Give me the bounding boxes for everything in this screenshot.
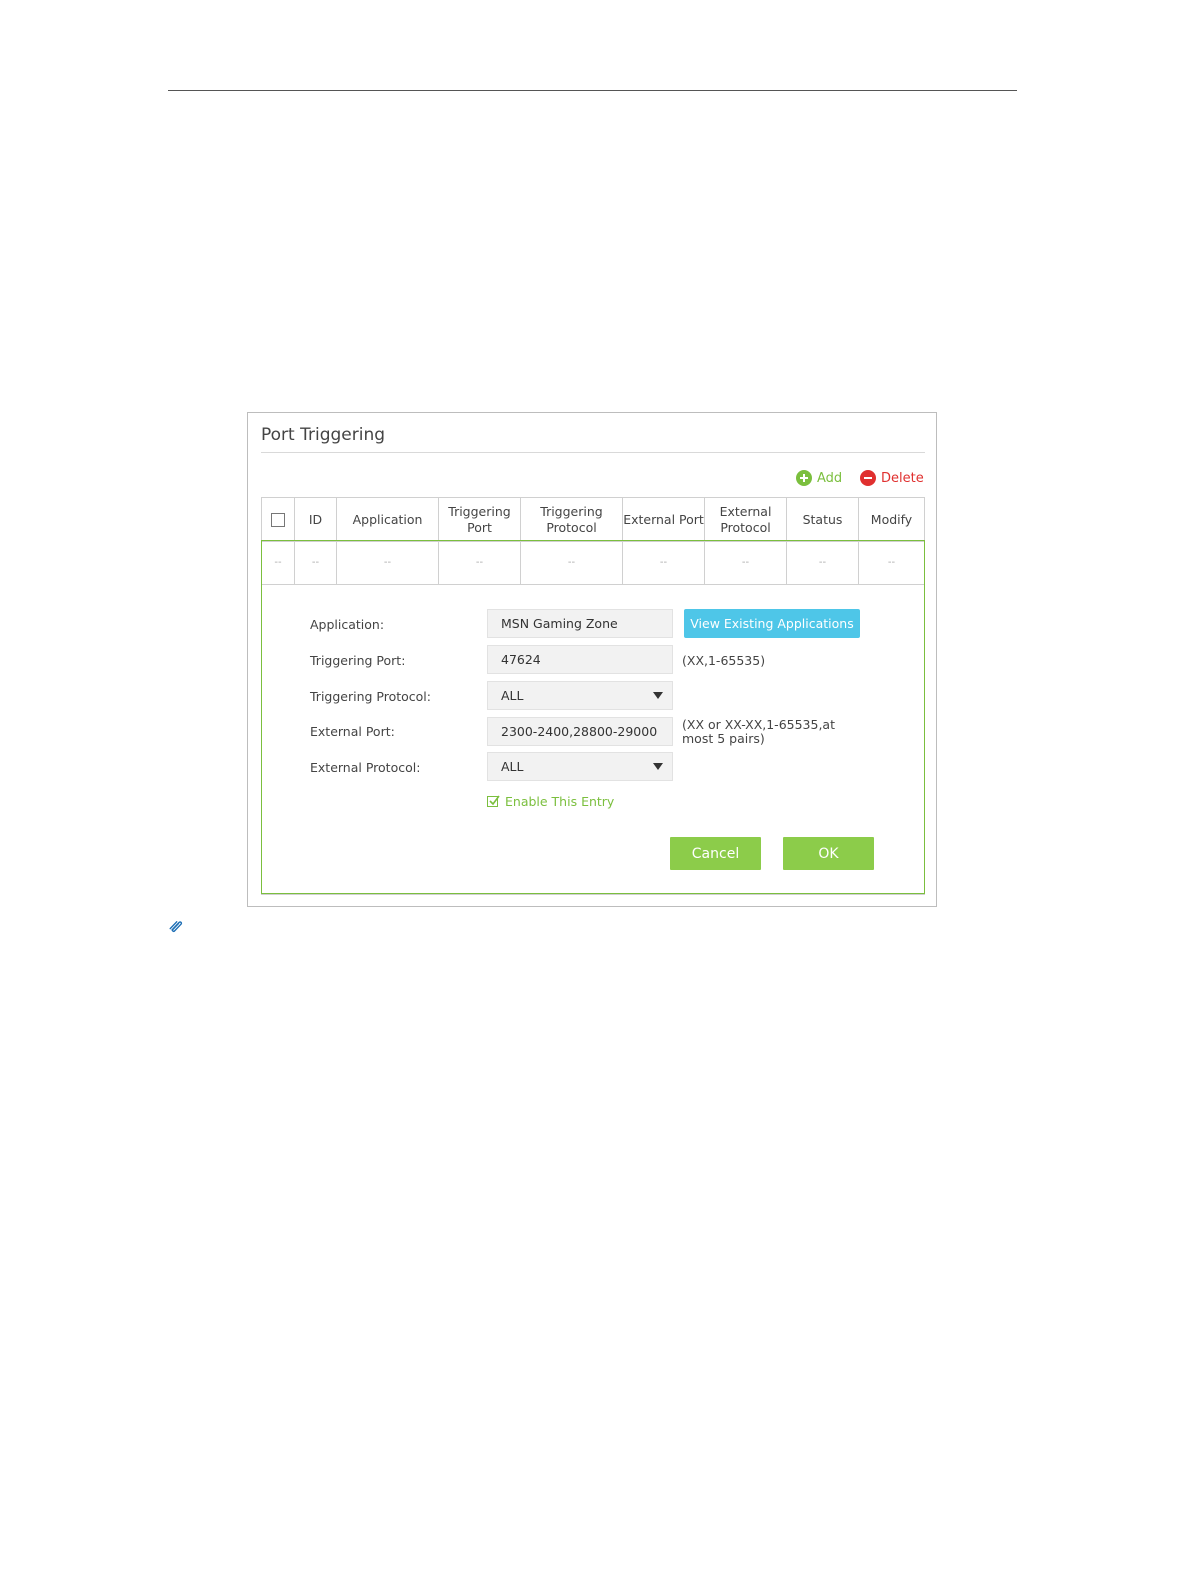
triggering-port-input[interactable]: 47624	[487, 645, 673, 674]
header-external-protocol: External Protocol	[705, 498, 787, 541]
add-label: Add	[817, 470, 843, 486]
delete-label: Delete	[881, 470, 924, 486]
cancel-button[interactable]: Cancel	[670, 837, 761, 870]
row-cell: --	[262, 542, 295, 584]
row-cell: --	[787, 542, 859, 584]
row-cell: --	[439, 542, 521, 584]
header-external-port: External Port	[623, 498, 705, 541]
triggering-protocol-select[interactable]: ALL	[487, 681, 673, 710]
header-triggering-protocol: Triggering Protocol	[521, 498, 623, 541]
row-cell: --	[705, 542, 787, 584]
port-triggering-panel: Port Triggering Add Delete ID Applicatio…	[247, 412, 937, 907]
triggering-protocol-label: Triggering Protocol:	[310, 689, 431, 704]
table-header: ID Application Triggering Port Triggerin…	[262, 498, 924, 542]
row-cell: --	[521, 542, 623, 584]
panel-title: Port Triggering	[261, 425, 386, 445]
external-protocol-select[interactable]: ALL	[487, 752, 673, 781]
row-cell: --	[295, 542, 337, 584]
top-rule	[168, 90, 1017, 91]
enable-entry-label: Enable This Entry	[505, 794, 615, 809]
table-row: -- -- -- -- -- -- -- -- --	[262, 542, 924, 585]
select-all-checkbox[interactable]	[271, 512, 285, 527]
triggering-port-hint: (XX,1-65535)	[682, 653, 766, 668]
row-cell: --	[887, 557, 896, 568]
add-button[interactable]: Add	[796, 470, 842, 486]
application-input[interactable]: MSN Gaming Zone	[487, 609, 673, 638]
external-protocol-value: ALL	[501, 759, 524, 774]
header-id: ID	[295, 498, 337, 541]
delete-button[interactable]: Delete	[860, 470, 924, 486]
select-all-cell	[262, 498, 295, 541]
chevron-down-icon	[653, 763, 663, 770]
chevron-down-icon	[653, 692, 663, 699]
checkmark-icon	[487, 795, 500, 807]
header-triggering-port: Triggering Port	[439, 498, 521, 541]
ok-button[interactable]: OK	[783, 837, 874, 870]
plus-circle-icon	[796, 470, 812, 486]
header-status: Status	[787, 498, 859, 541]
external-port-hint: (XX or XX-XX,1-65535,at most 5 pairs)	[682, 718, 835, 746]
external-port-label: External Port:	[310, 724, 395, 739]
header-modify: Modify	[870, 511, 913, 527]
panel-divider	[261, 452, 925, 453]
row-cell: --	[623, 542, 705, 584]
enable-entry-checkbox[interactable]: Enable This Entry	[487, 794, 614, 809]
external-port-hint-line1: (XX or XX-XX,1-65535,at	[682, 717, 835, 732]
external-protocol-label: External Protocol:	[310, 760, 421, 775]
header-application: Application	[337, 498, 439, 541]
triggering-port-label: Triggering Port:	[310, 653, 406, 668]
paperclip-icon	[168, 918, 184, 937]
external-port-hint-line2: most 5 pairs)	[682, 731, 765, 746]
view-existing-applications-button[interactable]: View Existing Applications	[684, 609, 860, 638]
minus-circle-icon	[860, 470, 876, 486]
row-cell: --	[337, 542, 439, 584]
external-port-input[interactable]: 2300-2400,28800-29000	[487, 717, 673, 746]
application-label: Application:	[310, 617, 385, 632]
triggering-protocol-value: ALL	[501, 688, 524, 703]
